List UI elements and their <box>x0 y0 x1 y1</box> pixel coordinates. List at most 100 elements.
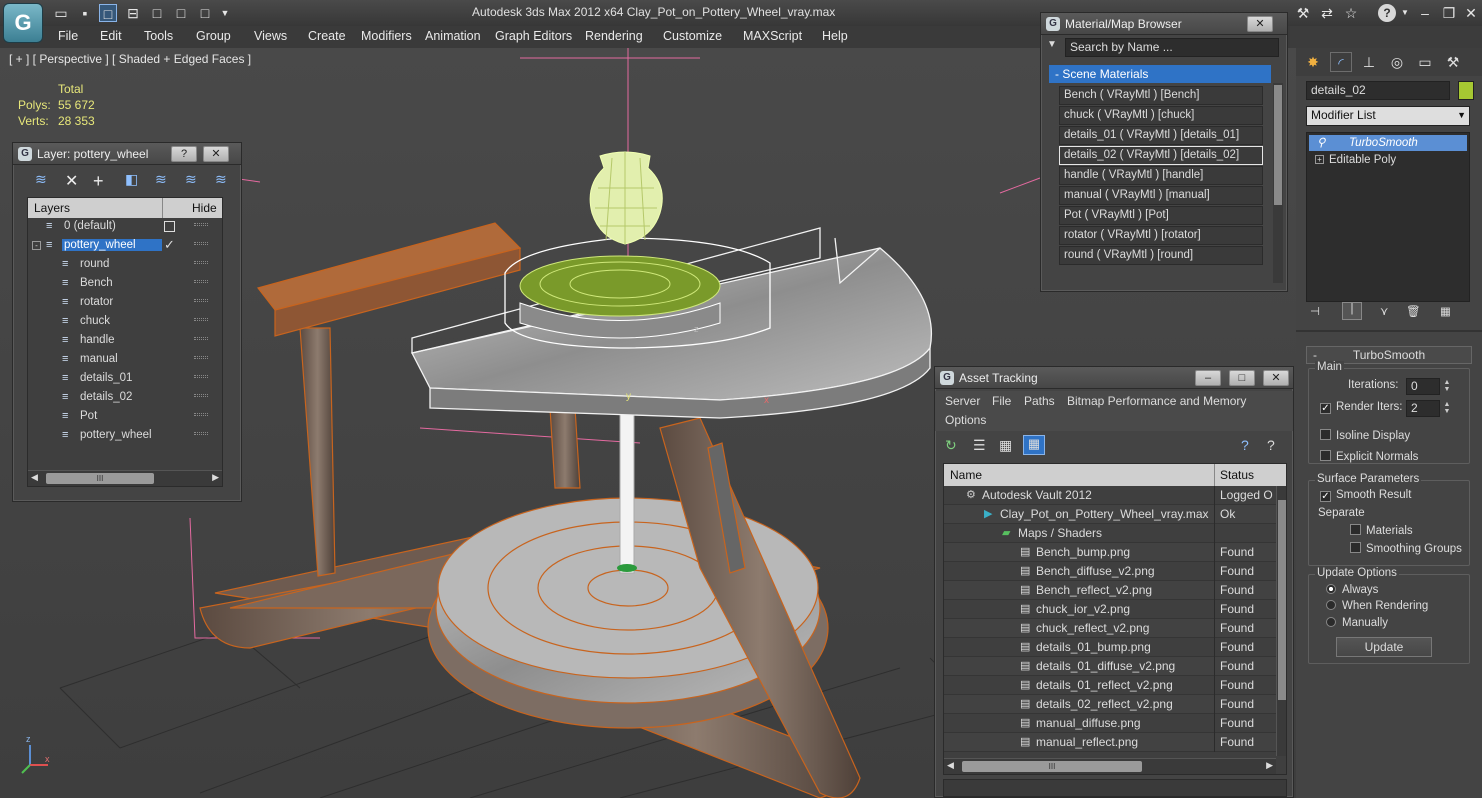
materials-checkbox[interactable]: Materials <box>1350 524 1413 537</box>
list-view-icon[interactable]: ☰ <box>973 437 986 454</box>
menu-create[interactable]: Create <box>308 29 346 43</box>
layer-close-button[interactable]: ✕ <box>203 146 229 162</box>
material-browser-header[interactable]: G Material/Map Browser ✕ <box>1041 13 1287 35</box>
iterations-spinner[interactable]: ▲ ▼ <box>1442 379 1452 393</box>
asset-row[interactable]: ▤ details_01_reflect_v2.png Found <box>944 676 1276 695</box>
asset-menu-options[interactable]: Options <box>945 413 986 427</box>
asset-row[interactable]: ▤ details_02_reflect_v2.png Found <box>944 695 1276 714</box>
layer-hscrollbar[interactable]: ◀ III ▶ <box>28 470 222 486</box>
render-iters-spinner[interactable]: ▲ ▼ <box>1442 401 1452 415</box>
layer-row[interactable]: ≡ details_01 <box>28 370 222 389</box>
close-icon[interactable]: ✕ <box>1462 4 1480 22</box>
asset-menu-server[interactable]: Server <box>945 394 980 408</box>
layer-row[interactable]: ≡ rotator <box>28 294 222 313</box>
help-dropdown-icon[interactable]: ▼ <box>1396 4 1414 22</box>
asset-row[interactable]: ▰ Maps / Shaders <box>944 524 1276 543</box>
remove-modifier-icon[interactable]: 🗑 <box>1406 304 1421 318</box>
iterations-input[interactable]: 0 <box>1406 378 1440 395</box>
hide-toggle-icon[interactable] <box>194 356 208 359</box>
hide-toggle-icon[interactable] <box>194 394 208 397</box>
layer-scroll-thumb[interactable]: III <box>46 473 154 484</box>
freeze-all-icon[interactable]: ≋ <box>215 171 227 188</box>
collapse-icon[interactable]: - <box>32 241 41 250</box>
render-iters-input[interactable]: 2 <box>1406 400 1440 417</box>
window-crossing-icon[interactable]: ⊟ <box>124 4 142 22</box>
material-item[interactable]: Bench ( VRayMtl ) [Bench] <box>1059 86 1263 105</box>
modify-tab-icon[interactable]: ◜ <box>1330 52 1352 72</box>
motion-tab-icon[interactable]: ◎ <box>1386 52 1408 72</box>
asset-vscrollbar[interactable] <box>1276 486 1286 756</box>
material-item[interactable]: details_02 ( VRayMtl ) [details_02] <box>1059 146 1263 165</box>
utilities-tab-icon[interactable]: ⚒ <box>1442 52 1464 72</box>
rect-select-icon[interactable]: □ <box>148 4 166 22</box>
menu-views[interactable]: Views <box>254 29 287 43</box>
favorites-icon[interactable]: ☆ <box>1342 4 1360 22</box>
material-item[interactable]: rotator ( VRayMtl ) [rotator] <box>1059 226 1263 245</box>
menu-rendering[interactable]: Rendering <box>585 29 643 43</box>
material-item[interactable]: manual ( VRayMtl ) [manual] <box>1059 186 1263 205</box>
update-when-rendering-radio[interactable]: When Rendering <box>1326 600 1428 612</box>
asset-close-button[interactable]: ✕ <box>1263 370 1289 386</box>
material-item[interactable]: details_01 ( VRayMtl ) [details_01] <box>1059 126 1263 145</box>
active-layer-icon[interactable] <box>164 221 175 232</box>
asset-maximize-button[interactable]: □ <box>1229 370 1255 386</box>
smooth-result-checkbox[interactable]: ✓ Smooth Result <box>1320 489 1411 502</box>
hide-toggle-icon[interactable] <box>194 242 208 245</box>
object-color-swatch[interactable] <box>1458 81 1474 100</box>
layer-row[interactable]: ≡ pottery_wheel <box>28 427 222 446</box>
context-help-icon[interactable]: ? <box>1267 437 1275 453</box>
hide-toggle-icon[interactable] <box>194 318 208 321</box>
select-object-icon[interactable]: □ <box>99 4 117 22</box>
update-button[interactable]: Update <box>1336 637 1432 657</box>
material-item[interactable]: chuck ( VRayMtl ) [chuck] <box>1059 106 1263 125</box>
menu-help[interactable]: Help <box>822 29 848 43</box>
show-end-result-icon[interactable]: | <box>1342 302 1362 320</box>
thumbnail-view-icon[interactable]: ▦ <box>999 437 1012 454</box>
display-tab-icon[interactable]: ▭ <box>1414 52 1436 72</box>
quick-access-dropdown-icon[interactable]: ▼ <box>216 4 234 22</box>
col-layers[interactable]: Layers <box>34 201 70 215</box>
layer-row[interactable]: ≡ details_02 <box>28 389 222 408</box>
material-item[interactable]: Pot ( VRayMtl ) [Pot] <box>1059 206 1263 225</box>
asset-row[interactable]: ▤ manual_reflect.png Found <box>944 733 1276 752</box>
layer-row[interactable]: ≡ Pot <box>28 408 222 427</box>
render-iters-toggle[interactable]: ✓ Render Iters: <box>1320 401 1402 414</box>
minimize-icon[interactable]: – <box>1416 4 1434 22</box>
select-in-layer-icon[interactable]: ◧ <box>125 171 138 188</box>
hide-toggle-icon[interactable] <box>194 223 208 226</box>
asset-tracking-header[interactable]: G Asset Tracking – □ ✕ <box>935 367 1293 389</box>
delete-layer-icon[interactable]: ✕ <box>65 171 78 191</box>
browser-options-icon[interactable]: ▼ <box>1047 39 1057 50</box>
create-layer-icon[interactable]: ≋ <box>35 171 47 188</box>
menu-graph-editors[interactable]: Graph Editors <box>495 29 572 43</box>
material-item[interactable]: round ( VRayMtl ) [round] <box>1059 246 1263 265</box>
fence-select-icon[interactable]: □ <box>172 4 190 22</box>
menu-tools[interactable]: Tools <box>144 29 173 43</box>
viewport-label[interactable]: [ + ] [ Perspective ] [ Shaded + Edged F… <box>9 52 251 66</box>
stack-item-editable-poly[interactable]: + Editable Poly <box>1309 152 1467 168</box>
restore-icon[interactable]: ❐ <box>1440 4 1458 22</box>
asset-row[interactable]: ⚙ Autodesk Vault 2012 Logged O <box>944 486 1276 505</box>
asset-row[interactable]: ▤ details_01_bump.png Found <box>944 638 1276 657</box>
hide-toggle-icon[interactable] <box>194 280 208 283</box>
hierarchy-tab-icon[interactable]: ⊥ <box>1358 52 1380 72</box>
update-always-radio[interactable]: Always <box>1326 584 1378 596</box>
app-logo-icon[interactable]: G <box>3 3 43 43</box>
object-name-input[interactable]: details_02 <box>1306 81 1450 100</box>
create-tab-icon[interactable]: ✸ <box>1302 52 1324 72</box>
material-browser-close-button[interactable]: ✕ <box>1247 16 1273 32</box>
menu-group[interactable]: Group <box>196 29 231 43</box>
asset-row[interactable]: ▤ Bench_reflect_v2.png Found <box>944 581 1276 600</box>
asset-row[interactable]: ▤ Bench_bump.png Found <box>944 543 1276 562</box>
hide-toggle-icon[interactable] <box>194 337 208 340</box>
asset-menu-bitmap[interactable]: Bitmap Performance and Memory <box>1067 394 1246 408</box>
pin-stack-icon[interactable]: ⊣ <box>1310 304 1320 318</box>
layer-row[interactable]: ≡ handle <box>28 332 222 351</box>
save-file-icon[interactable]: ▪ <box>76 4 94 22</box>
asset-row[interactable]: ▤ manual_diffuse.png Found <box>944 714 1276 733</box>
stack-item-turbosmooth[interactable]: ⚲ TurboSmooth <box>1309 135 1467 151</box>
layer-row[interactable]: ≡ round <box>28 256 222 275</box>
add-to-layer-icon[interactable]: + <box>93 171 104 192</box>
table-view-icon[interactable]: ▦ <box>1023 435 1045 455</box>
layer-help-button[interactable]: ? <box>171 146 197 162</box>
